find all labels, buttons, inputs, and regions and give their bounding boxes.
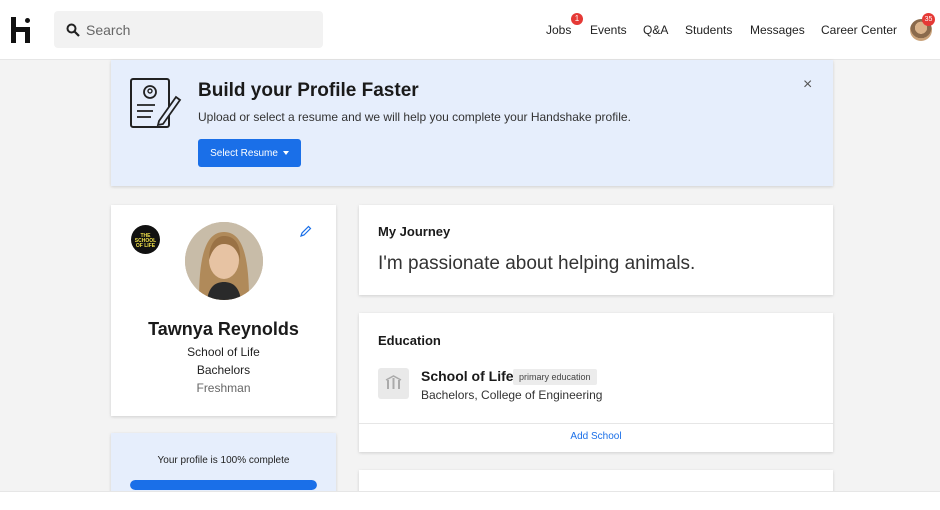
nav-qa[interactable]: Q&A [643, 23, 668, 37]
caret-down-icon [282, 151, 289, 155]
search-icon [66, 23, 80, 37]
school-building-icon [378, 368, 409, 399]
profile-school: School of Life [187, 345, 260, 359]
profile-card: THE SCHOOL OF LIFE Tawnya Reynolds Schoo… [111, 205, 336, 416]
nav-jobs[interactable]: Jobs [546, 23, 571, 37]
education-type-tag: primary education [513, 369, 597, 385]
avatar-notification-badge: 35 [922, 13, 935, 26]
completion-progress-bar [130, 480, 317, 490]
select-resume-button[interactable]: Select Resume [198, 139, 301, 167]
banner-description: Upload or select a resume and we will he… [198, 110, 631, 124]
search-input[interactable] [86, 21, 306, 38]
profile-class-year: Freshman [196, 381, 251, 395]
profile-photo[interactable] [185, 222, 263, 300]
search-bar[interactable] [54, 11, 323, 48]
nav-messages[interactable]: Messages [750, 23, 805, 37]
profile-name: Tawnya Reynolds [148, 319, 299, 339]
add-school-link[interactable]: Add School [359, 431, 833, 442]
nav-students[interactable]: Students [685, 23, 732, 37]
education-school-name[interactable]: School of Life [421, 368, 514, 384]
completion-text: Your profile is 100% complete [157, 455, 290, 466]
handshake-logo-icon[interactable] [10, 17, 34, 43]
banner-title: Build your Profile Faster [198, 80, 419, 101]
divider [359, 423, 833, 424]
journey-title: My Journey [378, 224, 451, 239]
school-logo: THE SCHOOL OF LIFE [131, 225, 160, 254]
jobs-notification-badge: 1 [571, 13, 583, 25]
education-degree: Bachelors, College of Engineering [421, 388, 603, 402]
bottom-edge [0, 491, 940, 510]
profile-photo-image [185, 222, 263, 300]
completion-progress-fill [130, 480, 317, 490]
journey-text: I'm passionate about helping animals. [378, 253, 696, 274]
resume-edit-icon [130, 78, 182, 128]
education-title: Education [378, 333, 441, 348]
select-resume-label: Select Resume [210, 147, 278, 159]
build-profile-banner: Build your Profile Faster Upload or sele… [111, 60, 833, 186]
nav-events[interactable]: Events [590, 23, 627, 37]
education-card: Education School of Life primary educati… [359, 313, 833, 452]
pencil-edit-icon[interactable] [299, 225, 312, 238]
profile-degree: Bachelors [196, 363, 251, 377]
nav-career-center[interactable]: Career Center [821, 23, 897, 37]
top-navigation-bar: Jobs 1 Events Q&A Students Messages Care… [0, 0, 940, 60]
close-icon[interactable]: × [803, 76, 812, 94]
my-journey-card: My Journey I'm passionate about helping … [359, 205, 833, 295]
